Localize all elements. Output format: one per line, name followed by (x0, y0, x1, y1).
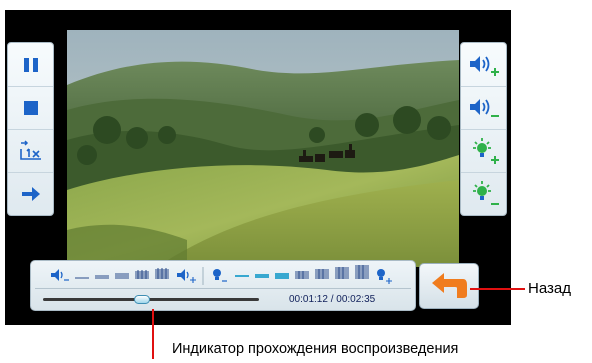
speaker-plus-icon (177, 269, 185, 281)
pause-icon (23, 57, 38, 72)
time-display: 00:01:12 / 00:02:35 (289, 294, 376, 305)
bulb-plus-icon (377, 269, 385, 277)
volume-indicator[interactable] (51, 268, 196, 283)
video-frame[interactable] (67, 30, 459, 267)
pause-button[interactable] (8, 43, 53, 86)
bulb-plus-icon (472, 138, 499, 164)
progress-annotation: Индикатор прохождения воспроизведения (172, 341, 459, 357)
speaker-plus-icon (469, 55, 499, 76)
volume-down-button[interactable] (461, 86, 506, 129)
left-control-panel (7, 42, 54, 216)
speed-1x-icon (19, 140, 41, 160)
volume-up-button[interactable] (461, 43, 506, 86)
arrow-right-icon (21, 187, 40, 201)
bulb-minus-icon (472, 181, 499, 205)
brightness-up-button[interactable] (461, 129, 506, 172)
stop-button[interactable] (8, 86, 53, 129)
progress-thumb[interactable] (134, 295, 151, 304)
next-button[interactable] (8, 172, 53, 215)
right-control-panel (460, 42, 507, 216)
back-arrow-icon (432, 273, 467, 298)
bulb-minus-icon (213, 269, 221, 277)
back-button[interactable] (419, 263, 479, 309)
bottom-control-bar: 00:01:12 / 00:02:35 (30, 260, 416, 311)
video-landscape (67, 30, 459, 267)
speaker-minus-icon (51, 269, 59, 281)
back-annotation: Назад (528, 280, 571, 297)
speaker-minus-icon (469, 99, 499, 117)
player-screen: 00:01:12 / 00:02:35 (5, 10, 511, 325)
brightness-down-button[interactable] (461, 172, 506, 215)
level-indicators (51, 265, 392, 285)
stop-icon (23, 101, 38, 115)
bar-divider (35, 288, 411, 289)
brightness-indicator[interactable] (213, 265, 392, 284)
speed-1x-button[interactable] (8, 129, 53, 172)
progress-track[interactable] (43, 295, 259, 304)
